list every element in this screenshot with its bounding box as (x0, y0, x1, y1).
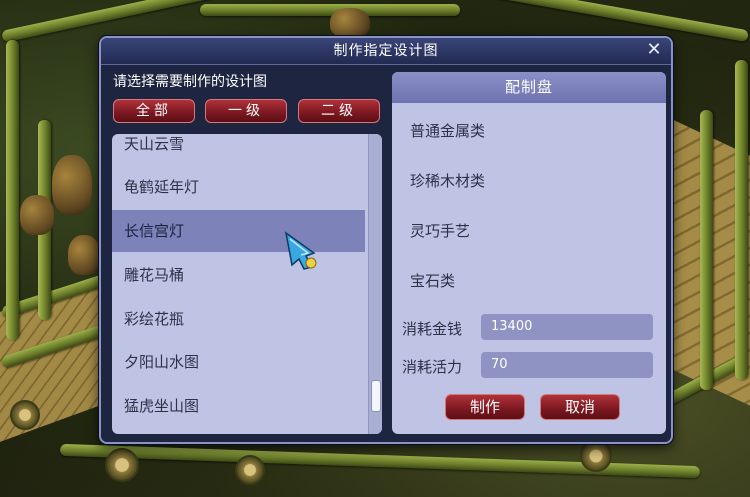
recipe-panel: 配制盘 普通金属类 珍稀木材类 灵巧手艺 宝石类 消耗金钱 13400 消耗活力… (392, 72, 666, 434)
bamboo-log (580, 440, 612, 472)
list-item[interactable]: 天山云雪 (112, 134, 365, 165)
bamboo-post (735, 60, 748, 380)
cost-vitality-value: 70 (481, 352, 653, 378)
bamboo-beam (200, 4, 460, 16)
bamboo-log (105, 448, 139, 482)
scroll-thumb[interactable] (371, 380, 381, 412)
cost-money-label: 消耗金钱 (402, 320, 463, 338)
design-list: 天山云雪 龟鹤延年灯 长信宫灯 雕花马桶 彩绘花瓶 夕阳山水图 猛虎坐山图 (112, 134, 382, 434)
craft-design-dialog: 制作指定设计图 ✕ 请选择需要制作的设计图 全部 一级 二级 天山云雪 龟鹤延年… (99, 36, 673, 444)
clay-jar (68, 235, 100, 275)
material-slot-metal[interactable]: 普通金属类 (410, 120, 485, 141)
clay-jar (52, 155, 92, 215)
list-item[interactable]: 猛虎坐山图 (112, 385, 365, 427)
list-scrollbar[interactable] (368, 134, 382, 434)
dialog-title: 制作指定设计图 (333, 43, 439, 59)
close-icon[interactable]: ✕ (644, 39, 664, 61)
material-slot-wood[interactable]: 珍稀木材类 (410, 170, 485, 191)
cost-vitality-label: 消耗活力 (402, 358, 463, 376)
cost-money-value: 13400 (481, 314, 653, 340)
bamboo-log (235, 455, 265, 485)
bamboo-log (10, 400, 40, 430)
make-button[interactable]: 制作 (445, 394, 525, 420)
bamboo-post (700, 110, 713, 390)
select-prompt: 请选择需要制作的设计图 (113, 74, 267, 90)
list-item[interactable]: 彩绘花瓶 (112, 298, 365, 340)
list-item[interactable]: 雕花马桶 (112, 254, 365, 296)
tab-level-one[interactable]: 一级 (205, 99, 287, 123)
material-slot-gem[interactable]: 宝石类 (410, 270, 455, 291)
tab-all[interactable]: 全部 (113, 99, 195, 123)
list-item[interactable]: 龟鹤延年灯 (112, 166, 365, 208)
bamboo-post (6, 40, 19, 340)
cancel-button[interactable]: 取消 (540, 394, 620, 420)
clay-jar (20, 195, 54, 235)
clay-jar (330, 8, 370, 38)
dialog-title-bar[interactable]: 制作指定设计图 ✕ (101, 38, 671, 65)
recipe-panel-title: 配制盘 (504, 78, 553, 96)
cursor-icon (284, 231, 317, 270)
list-item-selected[interactable]: 长信宫灯 (112, 210, 365, 252)
list-item[interactable]: 夕阳山水图 (112, 341, 365, 383)
tab-level-two[interactable]: 二级 (298, 99, 380, 123)
material-slot-craft[interactable]: 灵巧手艺 (410, 220, 470, 241)
recipe-panel-header: 配制盘 (392, 72, 666, 103)
